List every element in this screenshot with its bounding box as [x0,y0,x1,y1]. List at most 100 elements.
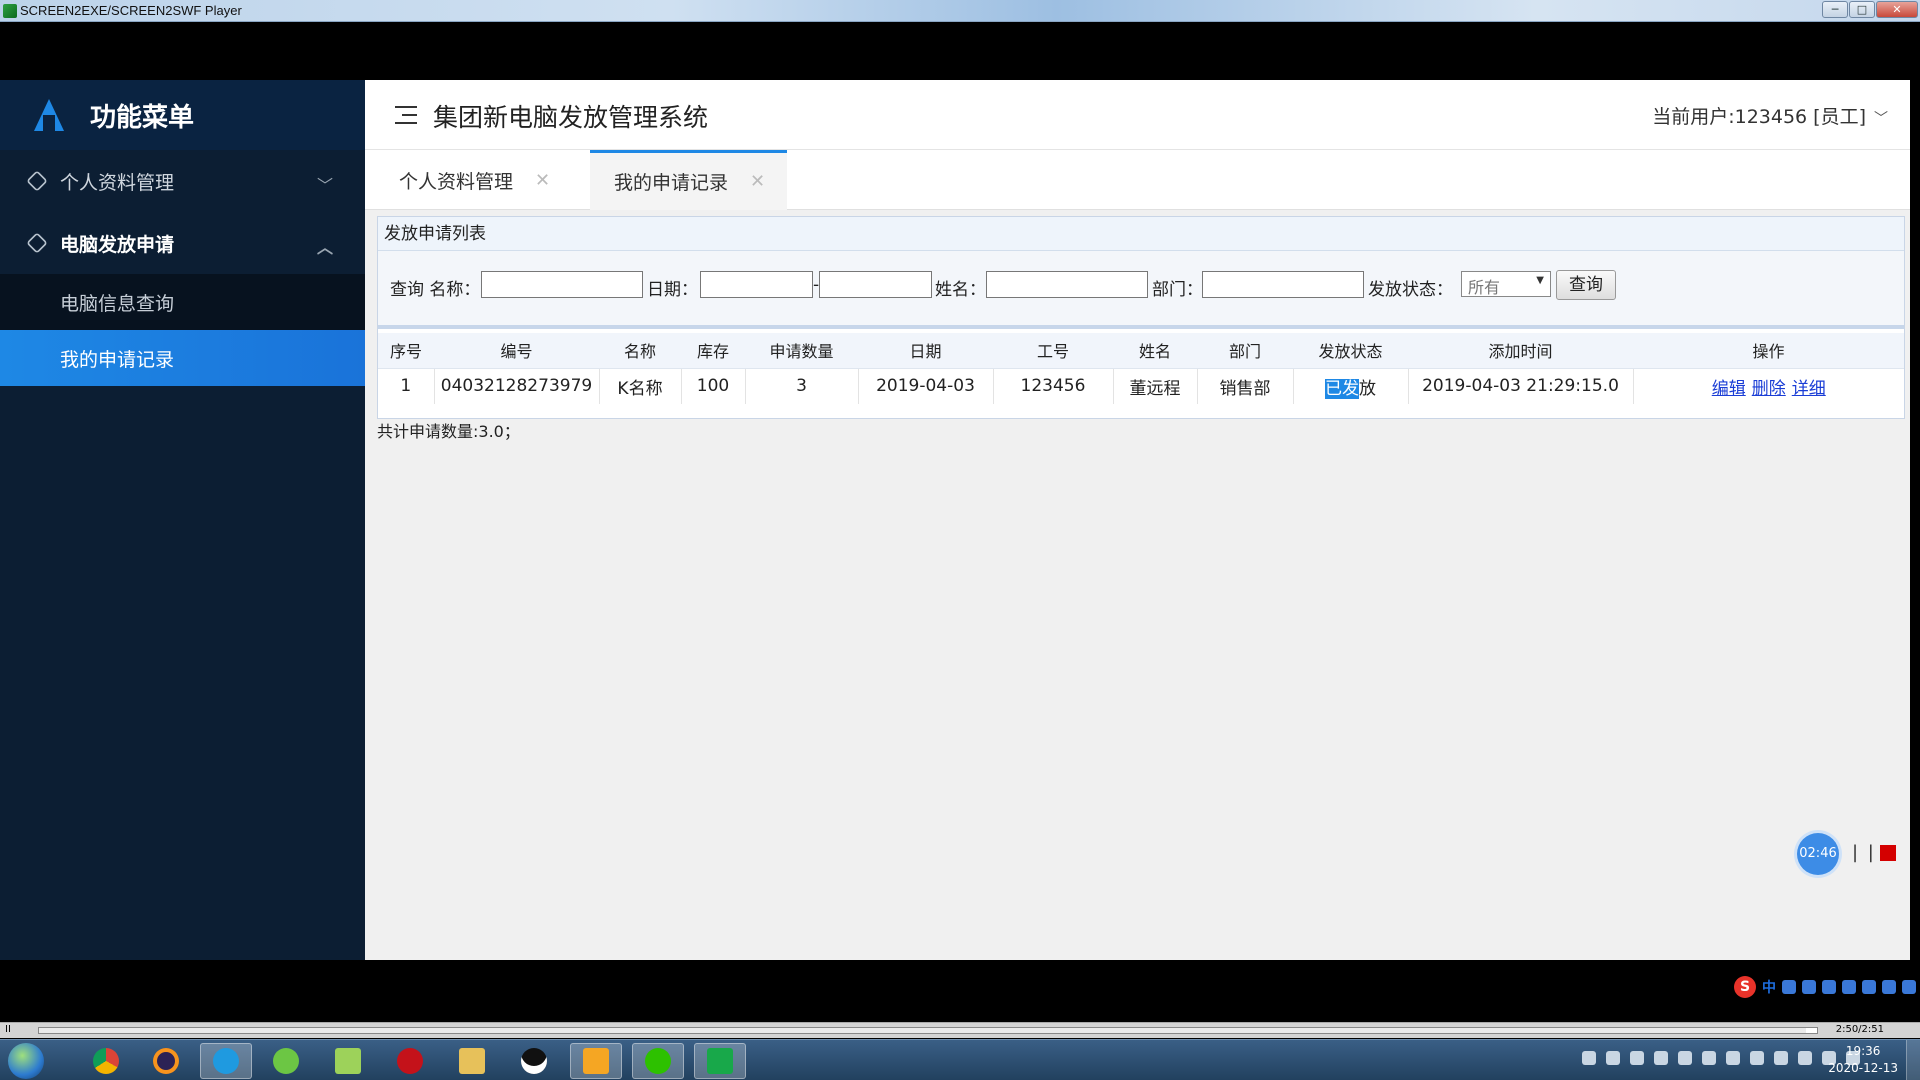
eclipse-taskbar-icon[interactable] [140,1043,192,1079]
ime-toolbar: S 中 [1734,975,1916,999]
date-from-input[interactable] [700,271,813,298]
close-button[interactable]: ✕ [1876,1,1918,18]
tray-icon[interactable] [1630,1051,1644,1065]
tab-label: 我的申请记录 [614,172,729,194]
tray-icon[interactable] [1606,1051,1620,1065]
user-icon[interactable] [1862,980,1876,994]
tray-icon[interactable] [1774,1051,1788,1065]
table-header-row: 序号 编号 名称 库存 申请数量 日期 工号 姓名 部门 发放状态 添加时间 操… [378,333,1904,369]
toolbox-icon[interactable] [1902,980,1916,994]
punctuation-icon[interactable] [1782,980,1796,994]
current-user-menu[interactable]: 当前用户:123456 [员工] ﹀ [1652,102,1888,129]
tab-my-applications[interactable]: 我的申请记录 ✕ [590,150,788,210]
column-header[interactable]: 姓名 [1113,333,1197,369]
maximize-button[interactable]: □ [1849,1,1875,18]
qq-taskbar-icon[interactable] [508,1043,560,1079]
recording-pause-button[interactable]: | | [1852,842,1876,863]
name-input[interactable] [481,271,643,298]
microphone-icon[interactable] [1822,980,1836,994]
recording-stop-button[interactable] [1880,845,1896,861]
cell-added-time: 2019-04-03 21:29:15.0 [1408,368,1634,404]
menu-toggle-icon[interactable] [395,106,417,124]
sogou-ime-icon[interactable]: S [1734,976,1756,998]
column-header[interactable]: 申请数量 [745,333,858,369]
cell-stock: 100 [681,368,746,404]
playback-time: 2:50/2:51 [1835,1024,1884,1035]
cell-person: 董远程 [1113,368,1198,404]
notepad-taskbar-icon[interactable] [322,1043,374,1079]
pause-button[interactable]: II [2,1024,14,1036]
detail-link[interactable]: 详细 [1792,379,1826,399]
sidebar-group-profile[interactable]: 个人资料管理 ﹀ [0,150,365,212]
keyboard-icon[interactable] [1842,980,1856,994]
screen: SCREEN2EXE/SCREEN2SWF Player ─ □ ✕ 功能菜单 … [0,0,1920,1080]
tab-profile[interactable]: 个人资料管理 ✕ [375,150,572,210]
sidebar-header: 功能菜单 [0,80,365,150]
tab-label: 个人资料管理 [399,170,514,193]
clock[interactable]: 19:36 2020-12-13 [1828,1043,1898,1077]
person-input[interactable] [986,271,1148,298]
screen2swf-taskbar-icon[interactable] [694,1043,746,1079]
explorer-taskbar-icon[interactable] [446,1043,498,1079]
cube-icon [26,232,48,254]
minimize-button[interactable]: ─ [1822,1,1848,18]
wechat-taskbar-icon[interactable] [632,1043,684,1079]
close-icon[interactable]: ✕ [750,171,765,192]
column-header[interactable]: 发放状态 [1293,333,1408,369]
360-taskbar-icon[interactable] [260,1043,312,1079]
status-select[interactable]: 所有 [1461,271,1551,297]
close-icon[interactable]: ✕ [535,170,550,191]
column-header: 操作 [1633,333,1904,369]
edit-link[interactable]: 编辑 [1712,379,1746,399]
cell-operations: 编辑 删除 详细 [1633,368,1904,404]
window-controls: ─ □ ✕ [1822,1,1918,18]
chevron-up-icon: ︿ [316,238,333,257]
status-selected-text: 已发 [1325,378,1359,399]
start-button[interactable] [8,1043,44,1079]
tray-icon[interactable] [1582,1051,1596,1065]
chrome-taskbar-icon[interactable] [80,1043,132,1079]
search-button[interactable]: 查询 [1556,270,1616,300]
column-header[interactable]: 序号 [378,333,434,369]
sidebar: 功能菜单 个人资料管理 ﹀ 电脑发放申请 ︿ 电脑信息查询 我的申请记录 [0,80,365,960]
sidebar-item-my-applications[interactable]: 我的申请记录 [0,330,365,386]
table-row[interactable]: 1 04032128273979 K名称 100 3 2019-04-03 12… [378,368,1904,404]
column-header[interactable]: 名称 [599,333,681,369]
sidebar-group-label: 电脑发放申请 [60,233,175,256]
show-desktop-button[interactable] [1906,1040,1920,1080]
tray-icon[interactable] [1702,1051,1716,1065]
skin-icon[interactable] [1882,980,1896,994]
column-header[interactable]: 库存 [681,333,745,369]
emoji-icon[interactable] [1802,980,1816,994]
cell-date: 2019-04-03 [858,368,994,404]
clock-time: 19:36 [1845,1044,1881,1058]
column-header[interactable]: 工号 [993,333,1113,369]
column-header[interactable]: 添加时间 [1408,333,1633,369]
app-icon [3,4,17,18]
tray-icon[interactable] [1678,1051,1692,1065]
date-to-input[interactable] [819,271,932,298]
cell-name: K名称 [599,368,682,404]
summary-text: 共计申请数量:3.0； [377,422,520,441]
ime-mode[interactable]: 中 [1762,977,1776,997]
tray-icon[interactable] [1798,1051,1812,1065]
delete-link[interactable]: 删除 [1752,379,1786,399]
tray-icon[interactable] [1750,1051,1764,1065]
logo-icon [32,97,66,133]
progress-track[interactable] [38,1027,1818,1034]
audio-taskbar-icon[interactable] [570,1043,622,1079]
column-header[interactable]: 日期 [858,333,993,369]
sidebar-item-computer-info[interactable]: 电脑信息查询 [0,274,365,330]
column-header[interactable]: 编号 [434,333,599,369]
column-header[interactable]: 部门 [1197,333,1293,369]
qq-browser-taskbar-icon[interactable] [200,1043,252,1079]
cube-icon [26,170,48,192]
name-filter-label: 查询 名称： [390,280,481,300]
dept-input[interactable] [1202,271,1364,298]
tray-icon[interactable] [1654,1051,1668,1065]
recording-timer[interactable]: 02:46 [1797,833,1839,875]
sidebar-group-computer-apply[interactable]: 电脑发放申请 ︿ [0,212,365,274]
tray-icon[interactable] [1726,1051,1740,1065]
clock-date: 2020-12-13 [1828,1061,1898,1075]
flash-taskbar-icon[interactable] [384,1043,436,1079]
